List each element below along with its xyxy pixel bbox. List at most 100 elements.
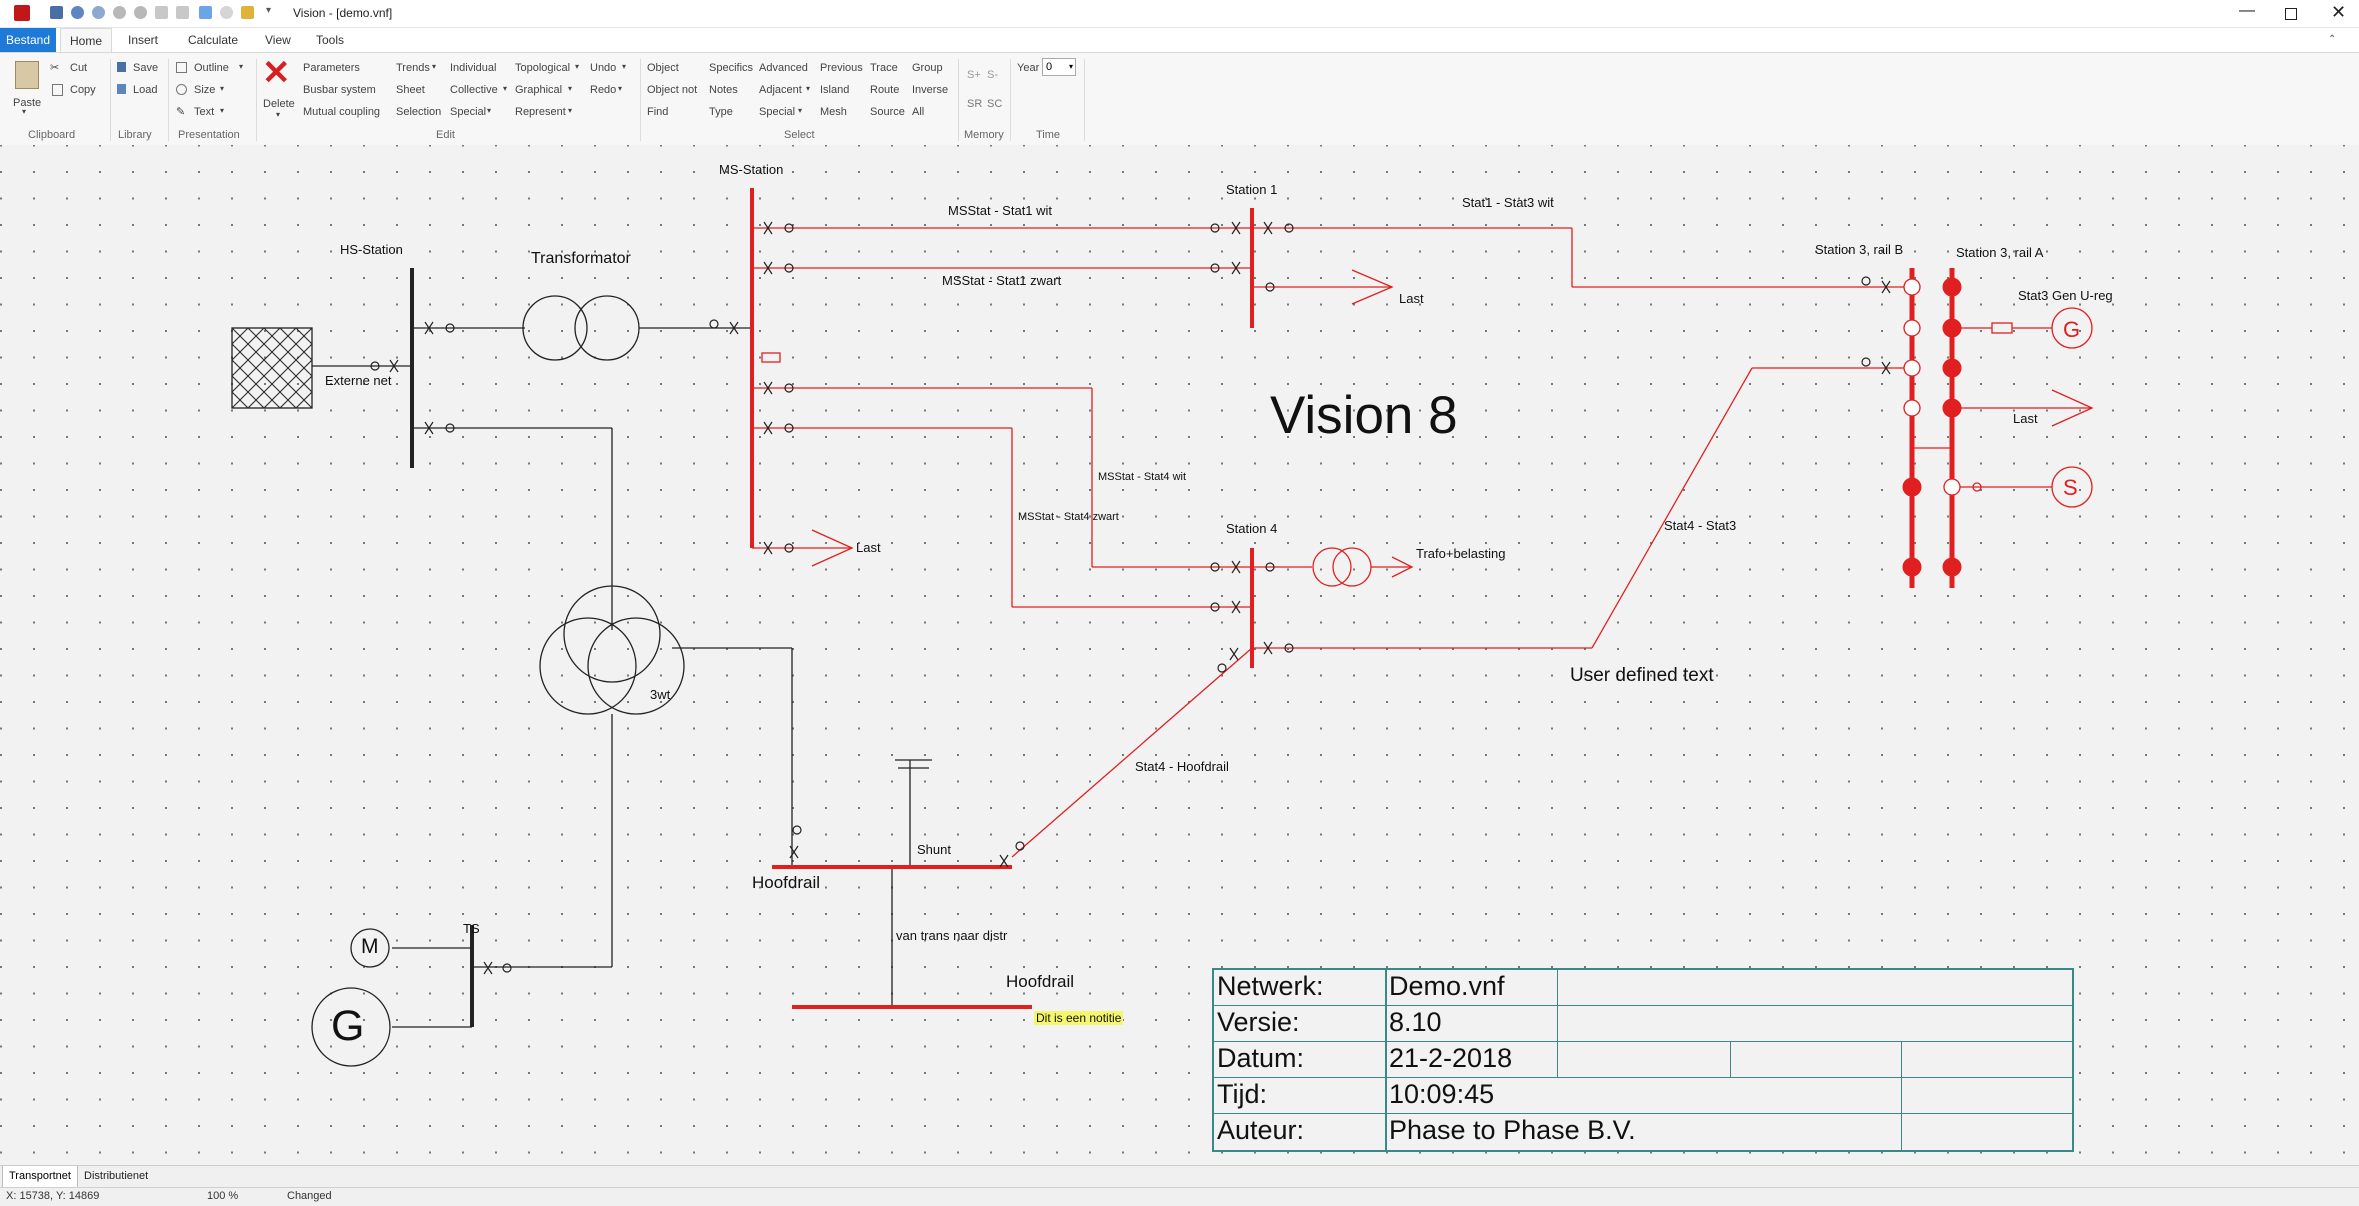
connect-tool-icon[interactable]	[241, 6, 254, 19]
select-object-button[interactable]: Object	[647, 62, 679, 74]
tab-view[interactable]: View	[265, 28, 291, 52]
represent-dropdown-icon[interactable]: ▾	[568, 106, 572, 115]
individual-button[interactable]: Individual	[450, 62, 496, 74]
delete-dropdown-icon[interactable]: ▾	[276, 110, 280, 119]
copy-icon[interactable]	[52, 84, 63, 96]
paste-icon[interactable]	[15, 61, 39, 89]
trends-dropdown-icon[interactable]: ▾	[432, 62, 436, 71]
collective-button[interactable]: Collective	[450, 84, 498, 96]
delete-icon[interactable]: ✕	[262, 53, 291, 93]
doc-tab-transportnet[interactable]: Transportnet	[2, 1166, 78, 1188]
redo-button[interactable]: Redo	[590, 84, 616, 96]
specifics-button[interactable]: Specifics	[709, 62, 753, 74]
outline-button[interactable]: Outline	[194, 62, 229, 74]
topological-dropdown-icon[interactable]: ▾	[575, 62, 579, 71]
undo-button[interactable]: Undo	[590, 62, 616, 74]
zoom-window-icon[interactable]	[176, 6, 189, 19]
tab-calculate[interactable]: Calculate	[188, 28, 238, 52]
save-icon[interactable]	[50, 6, 63, 19]
busbar-system-button[interactable]: Busbar system	[303, 84, 376, 96]
collapse-ribbon-icon[interactable]: ⌃	[2328, 34, 2336, 45]
topological-button[interactable]: Topological	[515, 62, 570, 74]
tab-tools[interactable]: Tools	[316, 28, 344, 52]
close-icon[interactable]: ✕	[2331, 2, 2346, 23]
netwerk-label: Netwerk:	[1217, 971, 1324, 1001]
circle-tool-icon[interactable]	[220, 6, 233, 19]
netwerk-value: Demo.vnf	[1389, 971, 1505, 1001]
doc-tab-distributienet[interactable]: Distributienet	[80, 1166, 152, 1187]
cut-icon[interactable]: ✂	[50, 61, 59, 74]
represent-button[interactable]: Represent	[515, 106, 566, 118]
paste-button[interactable]: Paste	[13, 97, 41, 109]
ribbon: Paste ▾ ✂ Cut Copy Clipboard Save Load L…	[0, 52, 2359, 146]
group-button[interactable]: Group	[912, 62, 943, 74]
selection-button[interactable]: Selection	[396, 106, 441, 118]
route-button[interactable]: Route	[870, 84, 899, 96]
load-library-icon[interactable]	[117, 84, 126, 94]
special-edit-button[interactable]: Special	[450, 106, 486, 118]
size-dropdown-icon[interactable]: ▾	[220, 84, 224, 93]
tab-insert[interactable]: Insert	[128, 28, 158, 52]
special-select-dropdown-icon[interactable]: ▾	[798, 106, 802, 115]
graphical-dropdown-icon[interactable]: ▾	[568, 84, 572, 93]
source-button[interactable]: Source	[870, 106, 905, 118]
paste-dropdown-icon[interactable]: ▾	[22, 107, 26, 116]
undo-dropdown-icon[interactable]: ▾	[622, 62, 626, 71]
memory-add-button[interactable]: S+	[967, 69, 981, 81]
collective-dropdown-icon[interactable]: ▾	[503, 84, 507, 93]
size-icon[interactable]	[176, 84, 187, 95]
text-button[interactable]: Text	[194, 106, 214, 118]
all-button[interactable]: All	[912, 106, 924, 118]
notes-button[interactable]: Notes	[709, 84, 738, 96]
zoom-out-icon[interactable]	[134, 6, 147, 19]
year-select[interactable]: 0 ▾	[1042, 58, 1076, 76]
load-library-button[interactable]: Load	[133, 84, 157, 96]
size-button[interactable]: Size	[194, 84, 215, 96]
zoom-in-icon[interactable]	[113, 6, 126, 19]
outline-dropdown-icon[interactable]: ▾	[239, 62, 243, 71]
copy-button[interactable]: Copy	[70, 84, 96, 96]
graphical-button[interactable]: Graphical	[515, 84, 562, 96]
island-button[interactable]: Island	[820, 84, 849, 96]
previous-button[interactable]: Previous	[820, 62, 863, 74]
memory-remove-button[interactable]: S-	[987, 69, 998, 81]
advanced-button[interactable]: Advanced	[759, 62, 808, 74]
trends-button[interactable]: Trends	[396, 62, 430, 74]
maximize-icon[interactable]	[2285, 8, 2297, 20]
select-object-not-button[interactable]: Object not	[647, 84, 697, 96]
text-icon[interactable]: ✎	[176, 105, 185, 118]
network-canvas[interactable]: MS-Station HS-Station Transformator Exte…	[0, 145, 2359, 1165]
special-select-button[interactable]: Special	[759, 106, 795, 118]
parameters-button[interactable]: Parameters	[303, 62, 360, 74]
outline-icon[interactable]	[176, 62, 187, 73]
note-box[interactable]: Dit is een notitie	[1034, 1011, 1124, 1025]
save-library-icon[interactable]	[117, 62, 126, 72]
text-dropdown-icon[interactable]: ▾	[220, 106, 224, 115]
type-button[interactable]: Type	[709, 106, 733, 118]
select-mode-icon[interactable]	[199, 6, 212, 19]
memory-sc-button[interactable]: SC	[987, 98, 1002, 110]
refresh-icon[interactable]	[71, 6, 84, 19]
memory-sr-button[interactable]: SR	[967, 98, 982, 110]
save-library-button[interactable]: Save	[133, 62, 158, 74]
mutual-coupling-button[interactable]: Mutual coupling	[303, 106, 380, 118]
delete-button[interactable]: Delete	[263, 98, 295, 110]
adjacent-button[interactable]: Adjacent	[759, 84, 802, 96]
inverse-button[interactable]: Inverse	[912, 84, 948, 96]
special-edit-dropdown-icon[interactable]: ▾	[487, 106, 491, 115]
tab-home[interactable]: Home	[60, 28, 112, 54]
cut-button[interactable]: Cut	[70, 62, 87, 74]
ribbon-tabs: Bestand Home Insert Calculate View Tools…	[0, 28, 2359, 54]
trace-button[interactable]: Trace	[870, 62, 898, 74]
mesh-button[interactable]: Mesh	[820, 106, 847, 118]
undo-icon[interactable]	[92, 6, 105, 19]
find-button[interactable]: Find	[647, 106, 668, 118]
sheet-button[interactable]: Sheet	[396, 84, 425, 96]
customize-icon[interactable]: ▾	[266, 5, 271, 16]
minimize-icon[interactable]: —	[2239, 2, 2255, 20]
adjacent-dropdown-icon[interactable]: ▾	[806, 84, 810, 93]
tab-bestand[interactable]: Bestand	[0, 28, 56, 52]
zoom-fit-icon[interactable]	[155, 6, 168, 19]
app-icon[interactable]	[14, 5, 30, 21]
redo-dropdown-icon[interactable]: ▾	[618, 84, 622, 93]
